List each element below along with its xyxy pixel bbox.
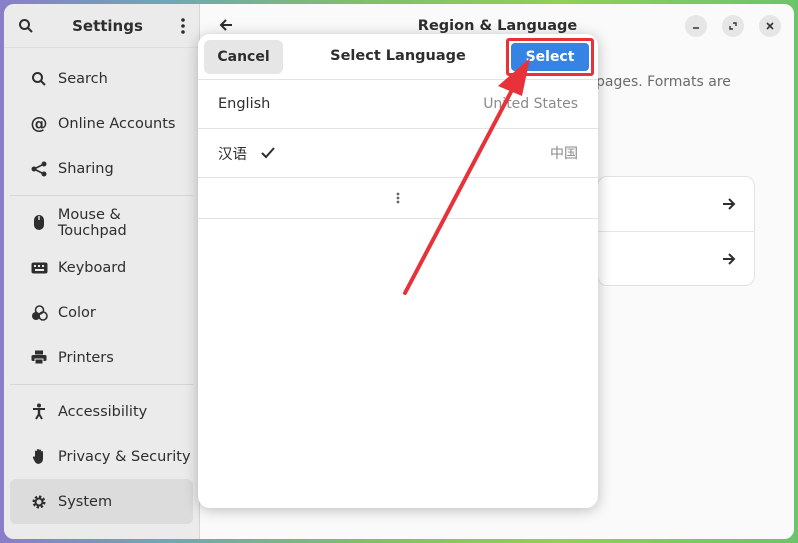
- sidebar-item-label: System: [58, 493, 113, 510]
- maximize-button[interactable]: [722, 15, 744, 37]
- checkmark-icon: [261, 147, 275, 159]
- color-icon: [30, 304, 48, 321]
- select-language-dialog: Cancel Select Language Select English Un…: [198, 34, 598, 508]
- language-name: 汉语: [218, 146, 247, 163]
- more-languages-button[interactable]: [198, 178, 598, 219]
- sidebar-item-label: Privacy & Security: [58, 448, 191, 465]
- sidebar-divider: [10, 384, 193, 385]
- sidebar-item-accessibility[interactable]: Accessibility: [10, 389, 193, 434]
- gear-icon: [30, 494, 48, 510]
- sidebar-item-label: Sharing: [58, 160, 114, 177]
- settings-card: [597, 176, 755, 286]
- language-region: United States: [483, 96, 578, 112]
- at-icon: @: [30, 113, 48, 134]
- printer-icon: [30, 350, 48, 365]
- close-button[interactable]: [759, 15, 781, 37]
- sidebar: Settings Search @ Online Accounts Sharin…: [4, 4, 200, 539]
- sidebar-item-label: Mouse & Touchpad: [57, 206, 127, 239]
- sidebar-item-online-accounts[interactable]: @ Online Accounts: [10, 101, 193, 146]
- search-icon: [30, 71, 48, 87]
- select-button[interactable]: Select: [511, 43, 589, 71]
- sidebar-item-system[interactable]: System: [10, 479, 193, 524]
- language-region: 中国: [550, 146, 578, 162]
- sidebar-divider: [10, 195, 193, 196]
- language-name: English: [218, 96, 271, 112]
- accessibility-icon: [30, 403, 48, 420]
- language-row-english[interactable]: English United States: [198, 80, 598, 129]
- keyboard-icon: [30, 262, 48, 274]
- search-icon[interactable]: [18, 18, 34, 34]
- sidebar-title: Settings: [72, 16, 143, 35]
- sidebar-item-privacy-security[interactable]: Privacy & Security: [10, 434, 193, 479]
- minimize-button[interactable]: [685, 15, 707, 37]
- menu-icon[interactable]: [181, 17, 185, 34]
- sidebar-item-mouse-touchpad[interactable]: Mouse & Touchpad: [10, 200, 193, 245]
- mouse-icon: [30, 214, 48, 231]
- dialog-header: Cancel Select Language Select: [198, 34, 598, 80]
- page-description: pages. Formats are: [596, 74, 731, 90]
- sidebar-item-color[interactable]: Color: [10, 290, 193, 335]
- sidebar-item-label: Accessibility: [58, 403, 148, 420]
- sidebar-item-printers[interactable]: Printers: [10, 335, 193, 380]
- sidebar-item-sharing[interactable]: Sharing: [10, 146, 193, 191]
- sidebar-item-label: Online Accounts: [58, 115, 176, 132]
- sidebar-item-search[interactable]: Search: [10, 56, 193, 101]
- sidebar-item-keyboard[interactable]: Keyboard: [10, 245, 193, 290]
- share-icon: [30, 161, 48, 177]
- language-row-chinese[interactable]: 汉语 中国: [198, 129, 598, 178]
- arrow-right-icon: [722, 252, 736, 266]
- select-button-highlight: Select: [506, 38, 594, 76]
- arrow-right-icon: [722, 197, 736, 211]
- settings-row[interactable]: [598, 177, 754, 231]
- settings-row[interactable]: [598, 231, 754, 285]
- sidebar-item-label: Search: [58, 70, 108, 87]
- sidebar-item-label: Keyboard: [58, 259, 127, 276]
- hand-icon: [30, 448, 48, 465]
- sidebar-item-label: Printers: [58, 349, 114, 366]
- more-vertical-icon: [396, 192, 400, 204]
- sidebar-header: Settings: [4, 4, 199, 48]
- sidebar-item-label: Color: [58, 304, 96, 321]
